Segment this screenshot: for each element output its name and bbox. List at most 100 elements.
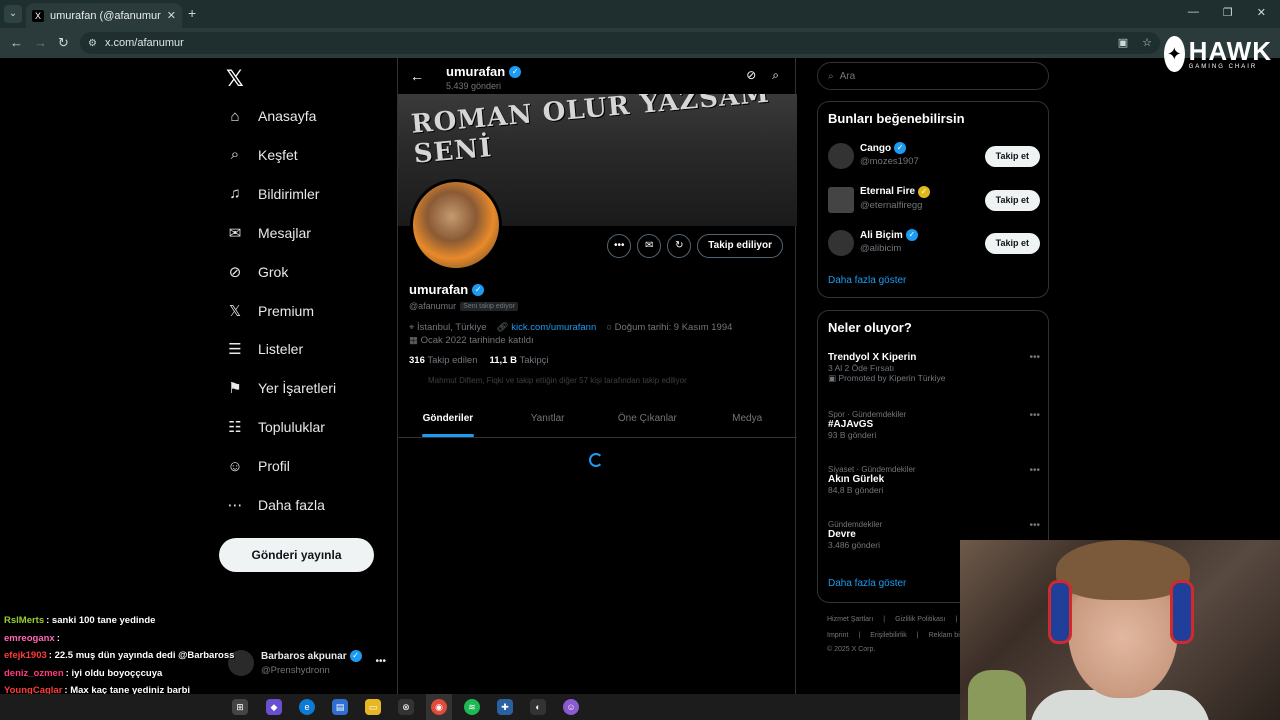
follow-button[interactable]: Takip et <box>984 233 1040 254</box>
footer-link[interactable]: Gizlilik Politikası <box>895 616 945 623</box>
app-icon[interactable]: ⊗ <box>398 699 414 715</box>
x-favicon-icon: X <box>32 9 44 22</box>
followers-stat[interactable]: 11,1 B Takipçi <box>490 355 549 366</box>
trend-item[interactable]: Trendyol X Kiperin 3 Al 2 Öde Fırsatı ▣ Pr… <box>828 352 1040 384</box>
app-icon[interactable]: ◐ <box>530 699 546 715</box>
search-icon[interactable]: ⌕ <box>772 68 779 83</box>
chat-username: emreoganx <box>4 632 55 644</box>
nav-item[interactable]: ☺ Profil <box>226 451 290 481</box>
profile-tabs: Gönderiler Yanıtlar Öne Çıkanlar Medya <box>398 398 797 438</box>
app-icon[interactable]: ✚ <box>497 699 513 715</box>
trend-name: Trendyol X Kiperin <box>828 352 917 363</box>
following-stat[interactable]: 316 Takip edilen <box>409 355 478 366</box>
notify-icon[interactable]: ↻ <box>667 234 692 258</box>
footer-link[interactable]: Imprint <box>827 632 848 639</box>
file-explorer-icon[interactable]: ▭ <box>365 699 381 715</box>
trend-item[interactable]: Spor · Gündemdekiler #AJAvGS 93 B gönderi •… <box>828 410 1040 440</box>
user-handle: @alibicim <box>860 243 902 254</box>
site-info-icon[interactable]: ⚙ <box>88 38 97 49</box>
footer-link[interactable]: Erişilebilirlik <box>870 632 907 639</box>
search-input[interactable]: ⌕ Ara <box>817 62 1049 90</box>
website[interactable]: 🔗︎ kick.com/umurafann <box>497 322 597 333</box>
nav-item[interactable]: ⌕ Keşfet <box>226 140 298 170</box>
chat-message: efejk1903: 22.5 muş dün yayında dedi @Ba… <box>4 647 254 665</box>
post-button[interactable]: Gönderi yayınla <box>219 538 374 572</box>
trends-title: Neler oluyor? <box>828 320 912 335</box>
profile-avatar[interactable] <box>410 179 502 271</box>
restore-icon[interactable]: ❐ <box>1223 6 1233 19</box>
grok-icon[interactable]: ⊘ <box>746 68 756 83</box>
install-app-icon[interactable]: ▣ <box>1118 36 1128 49</box>
suggested-user[interactable]: Ali Biçim ✓ @alibicim Takip et <box>828 229 1040 259</box>
profile-tab[interactable]: Öne Çıkanlar <box>598 398 698 437</box>
nav-item[interactable]: ♫ Bildirimler <box>226 179 319 209</box>
loading-spinner <box>589 453 603 467</box>
browser-tabbar: ⌄ X umurafan (@afanumur) / X ✕ + — ❐ ✕ <box>0 0 1280 28</box>
nav-item-label: Grok <box>258 263 289 280</box>
edge-icon[interactable]: e <box>299 699 315 715</box>
verified-badge-icon: ✓ <box>472 283 485 296</box>
browser-tab[interactable]: X umurafan (@afanumur) / X ✕ <box>26 3 182 28</box>
nav-item-label: Bildirimler <box>258 185 320 202</box>
profile-tab[interactable]: Medya <box>697 398 797 437</box>
bookmark-star-icon[interactable]: ☆ <box>1142 36 1152 49</box>
tab-close-icon[interactable]: ✕ <box>167 9 176 22</box>
trend-more-icon[interactable]: ••• <box>1029 520 1040 531</box>
message-icon[interactable]: ✉ <box>637 234 662 258</box>
nav-item[interactable]: ☰ Listeler <box>226 334 303 364</box>
following-button[interactable]: Takip ediliyor <box>697 234 783 258</box>
nav-item[interactable]: ⌂ Anasayfa <box>226 101 316 131</box>
minimize-icon[interactable]: — <box>1188 6 1199 19</box>
website-link[interactable]: kick.com/umurafann <box>511 322 596 333</box>
nav-item[interactable]: ✉ Mesajlar <box>226 218 311 248</box>
bell-icon: ♫ <box>229 185 241 203</box>
forward-icon[interactable]: → <box>34 35 47 50</box>
discord-icon[interactable]: ☺ <box>563 699 579 715</box>
spotify-icon[interactable]: ≋ <box>464 699 480 715</box>
x-logo-icon[interactable]: 𝕏 <box>226 66 244 92</box>
back-arrow-icon[interactable]: ← <box>410 68 424 84</box>
suggested-user[interactable]: Cango ✓ @mozes1907 Takip et <box>828 142 1040 172</box>
follow-button[interactable]: Takip et <box>984 146 1040 167</box>
copyright: © 2025 X Corp. <box>827 646 876 653</box>
more-options-icon[interactable]: ••• <box>607 234 632 258</box>
copilot-icon[interactable]: ◆ <box>266 699 282 715</box>
new-tab-button[interactable]: + <box>188 5 196 21</box>
trend-more-icon[interactable]: ••• <box>1029 352 1040 363</box>
profile-tab[interactable]: Yanıtlar <box>498 398 598 437</box>
footer-link[interactable]: Hizmet Şartları <box>827 616 873 623</box>
nav-item[interactable]: ⚑ Yer İşaretleri <box>226 373 336 403</box>
nav-item[interactable]: ⊘ Grok <box>226 257 289 287</box>
trend-item[interactable]: Siyaset · Gündemdekiler Akın Gürlek 84,8 B… <box>828 465 1040 495</box>
user-handle: @mozes1907 <box>860 156 919 167</box>
window-close-icon[interactable]: ✕ <box>1257 6 1266 19</box>
user-name: Ali Biçim ✓ <box>860 229 918 241</box>
chrome-icon[interactable]: ◉ <box>431 699 447 715</box>
back-icon[interactable]: ← <box>10 35 23 50</box>
follow-button[interactable]: Takip et <box>984 189 1040 211</box>
chat-username: RslMerts <box>4 615 45 626</box>
trends-more-link[interactable]: Daha fazla göster <box>828 578 906 589</box>
address-bar[interactable]: ⚙ x.com/afanumur <box>80 32 1160 54</box>
trend-more-icon[interactable]: ••• <box>1029 465 1040 476</box>
suggested-user[interactable]: Eternal Fire ✓ @eternalfiregg Takip et <box>828 185 1040 216</box>
reload-icon[interactable]: ↻ <box>58 35 69 51</box>
chat-username: deniz_ozmen <box>4 667 64 679</box>
user-handle: @eternalfiregg <box>860 199 923 211</box>
footer-divider: | <box>955 616 958 623</box>
chat-text: : iyi oldu boyoççcuya <box>65 667 163 679</box>
task-view-icon[interactable]: ⊞ <box>232 699 248 715</box>
store-icon[interactable]: ▤ <box>332 699 348 715</box>
nav-item[interactable]: ☷ Topluluklar <box>226 412 325 442</box>
verified-badge-icon: ✓ <box>905 229 918 241</box>
followed-by-text[interactable]: Mahmut Diftem, Fiqki ve takip ettiğin di… <box>428 376 687 385</box>
nav-item[interactable]: 𝕏 Premium <box>226 296 314 326</box>
tab-search-icon[interactable]: ⌄ <box>4 5 22 23</box>
suggestions-more-link[interactable]: Daha fazla göster <box>828 275 906 286</box>
header-name: umurafan ✓ <box>446 64 522 79</box>
account-more-icon[interactable]: ••• <box>375 656 386 667</box>
nav-item[interactable]: ⋯ Daha fazla <box>226 490 325 520</box>
profile-tab[interactable]: Gönderiler <box>398 398 498 437</box>
trend-more-icon[interactable]: ••• <box>1029 410 1040 421</box>
location-icon: ⌖ <box>409 322 417 333</box>
